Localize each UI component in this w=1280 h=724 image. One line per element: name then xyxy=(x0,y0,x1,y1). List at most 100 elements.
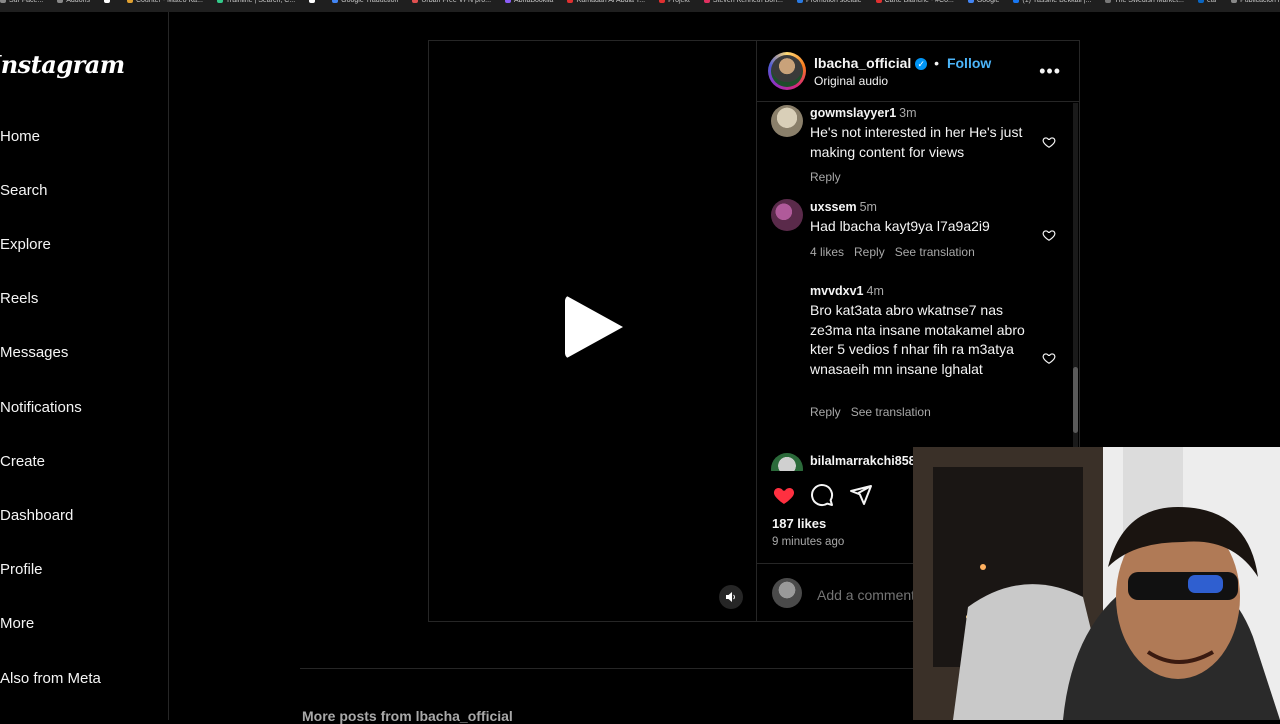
reply-button[interactable]: Reply xyxy=(810,170,841,184)
bookmark-label: The Swedish Market... xyxy=(1114,0,1184,4)
separator-dot: • xyxy=(934,55,940,71)
comment-text: Bro kat3ata abro wkatnse7 nas ze3ma nta … xyxy=(810,302,1025,377)
bookmark-item[interactable] xyxy=(309,0,318,5)
bookmark-label: Sur Face... xyxy=(9,0,44,4)
comment-header: uxssem 5m xyxy=(810,200,877,214)
sidebar-item-dashboard[interactable]: Dashboard xyxy=(0,505,73,527)
bookmark-item[interactable]: Publicacion numero... xyxy=(1231,0,1280,5)
webcam-overlay xyxy=(913,447,1280,720)
sidebar-item-more[interactable]: More xyxy=(0,613,34,635)
sidebar-item-explore[interactable]: Explore xyxy=(0,234,51,256)
bookmark-item[interactable]: Carte Blanche - #Co... xyxy=(875,0,954,5)
more-options-icon[interactable]: ••• xyxy=(1039,61,1061,82)
bookmark-label: Google xyxy=(976,0,1000,4)
comment-username[interactable]: bilalmarrakchi858 xyxy=(810,454,916,468)
author-line: lbacha_official ✓ • Follow xyxy=(814,55,991,71)
commenter-avatar[interactable] xyxy=(771,199,803,231)
bookmark-favicon-icon xyxy=(1197,0,1204,4)
sidebar-item-also-from-meta[interactable]: Also from Meta xyxy=(0,668,101,690)
bookmark-item[interactable]: Urban Free VPN pro... xyxy=(412,0,491,5)
bookmark-favicon-icon xyxy=(216,0,223,4)
comment-text: He's not interested in her He's just mak… xyxy=(810,124,1023,160)
comments-scrollbar[interactable] xyxy=(1073,103,1078,471)
like-comment-icon[interactable] xyxy=(1042,351,1056,365)
bookmark-favicon-icon xyxy=(967,0,974,4)
sidebar: Instagram Home Search Explore Reels Mess… xyxy=(0,12,169,720)
bookmark-favicon-icon xyxy=(1105,0,1112,4)
sidebar-item-messages[interactable]: Messages xyxy=(0,342,68,364)
comment-header: mvvdxv1 4m xyxy=(810,284,884,298)
bookmark-label: Projekt xyxy=(668,0,690,4)
like-comment-icon[interactable] xyxy=(1042,228,1056,242)
sidebar-item-notifications[interactable]: Notifications xyxy=(0,397,82,419)
verified-icon: ✓ xyxy=(915,58,928,71)
bookmark-favicon-icon xyxy=(0,0,6,4)
bookmark-item[interactable]: Sur Face... xyxy=(0,0,43,5)
share-icon[interactable] xyxy=(849,483,873,507)
bookmark-favicon-icon xyxy=(126,0,133,4)
reply-button[interactable]: Reply xyxy=(810,405,841,419)
instagram-logo[interactable]: Instagram xyxy=(0,50,125,79)
likes-count[interactable]: 187 likes xyxy=(772,516,826,531)
follow-button[interactable]: Follow xyxy=(947,55,991,71)
comment-item: gowmslayyer1 3m He's not interested in he… xyxy=(757,103,1067,193)
bookmark-label: (1) Yassine Bekkali |... xyxy=(1022,0,1092,4)
sidebar-item-profile[interactable]: Profile xyxy=(0,559,43,581)
comment-item: mvvdxv1 4m Bro kat3ata abro wkatnse7 nas … xyxy=(757,281,1067,431)
current-user-avatar xyxy=(772,578,802,608)
comments-list[interactable]: gowmslayyer1 3m He's not interested in he… xyxy=(757,103,1079,471)
bookmark-label: Steven Kenneth Bon... xyxy=(712,0,783,4)
bookmark-label: Google Traduction xyxy=(341,0,399,4)
comment-header: gowmslayyer1 3m xyxy=(810,106,917,120)
scroll-thumb[interactable] xyxy=(1073,367,1078,433)
author-avatar[interactable] xyxy=(768,52,806,90)
post-time[interactable]: 9 minutes ago xyxy=(772,536,844,548)
commenter-avatar[interactable] xyxy=(771,283,803,315)
bookmark-item[interactable]: Projekt xyxy=(659,0,690,5)
bookmark-item[interactable]: Google Traduction xyxy=(332,0,398,5)
bookmark-favicon-icon xyxy=(309,0,316,4)
original-audio-link[interactable]: Original audio xyxy=(814,74,888,88)
sidebar-item-search[interactable]: Search xyxy=(0,180,48,202)
comment-time: 3m xyxy=(899,106,917,120)
bookmark-favicon-icon xyxy=(703,0,710,4)
bookmark-item[interactable]: Steven Kenneth Bon... xyxy=(703,0,783,5)
bookmark-favicon-icon xyxy=(103,0,110,4)
play-icon[interactable] xyxy=(565,295,623,359)
like-comment-icon[interactable] xyxy=(1042,135,1056,149)
bookmark-item[interactable] xyxy=(103,0,113,5)
bookmark-item[interactable]: Trainline | Search, C... xyxy=(216,0,295,5)
bookmark-item[interactable]: Google xyxy=(967,0,1000,5)
audio-toggle-button[interactable] xyxy=(719,585,743,609)
comment-likes[interactable]: 4 likes xyxy=(810,245,844,259)
sidebar-item-reels[interactable]: Reels xyxy=(0,288,38,310)
bookmark-item[interactable]: Promotion sociale xyxy=(796,0,862,5)
sidebar-item-create[interactable]: Create xyxy=(0,451,45,473)
comment-username[interactable]: uxssem xyxy=(810,200,857,214)
author-username[interactable]: lbacha_official xyxy=(814,55,911,71)
comment-username[interactable]: gowmslayyer1 xyxy=(810,106,896,120)
bookmark-favicon-icon xyxy=(332,0,339,4)
bookmark-item[interactable]: The Swedish Market... xyxy=(1105,0,1184,5)
reply-button[interactable]: Reply xyxy=(854,245,885,259)
bookmark-item[interactable]: Counter - Mateo Ka... xyxy=(126,0,203,5)
comment-time: 4m xyxy=(866,284,884,298)
bookmark-item[interactable]: AbriaBookiia xyxy=(505,0,553,5)
see-translation-button[interactable]: See translation xyxy=(851,405,931,419)
comment-username[interactable]: mvvdxv1 xyxy=(810,284,864,298)
bookmark-favicon-icon xyxy=(567,0,574,4)
bookmark-favicon-icon xyxy=(1231,0,1238,4)
bookmark-item[interactable]: Addons xyxy=(57,0,90,5)
bookmark-favicon-icon xyxy=(659,0,666,4)
bookmark-item[interactable]: (1) Yassine Bekkali |... xyxy=(1013,0,1091,5)
bookmark-item[interactable]: Ramadan Al Abdia T... xyxy=(567,0,645,5)
see-translation-button[interactable]: See translation xyxy=(895,245,975,259)
sidebar-item-home[interactable]: Home xyxy=(0,126,40,148)
bookmark-label: Promotion sociale xyxy=(805,0,862,4)
bookmark-item[interactable]: ear xyxy=(1197,0,1217,5)
video-player[interactable] xyxy=(429,41,757,621)
commenter-avatar[interactable] xyxy=(771,105,803,137)
heart-filled-icon[interactable] xyxy=(771,483,797,507)
commenter-avatar[interactable] xyxy=(771,453,803,471)
comment-icon[interactable] xyxy=(810,483,834,507)
